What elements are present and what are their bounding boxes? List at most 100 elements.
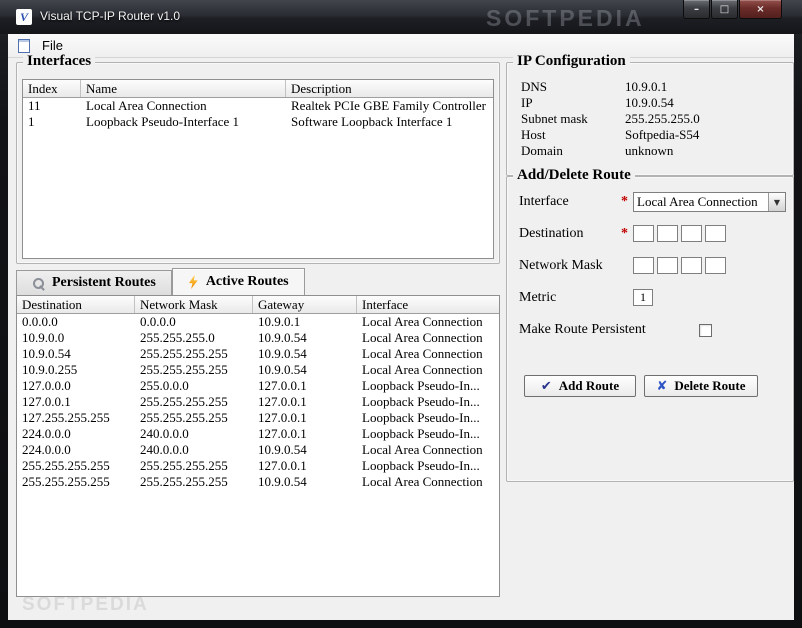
destination-octet-4[interactable] (705, 225, 726, 242)
interfaces-group: Interfaces Index Name Description 11 Loc… (16, 53, 500, 264)
minimize-button[interactable]: – (683, 0, 710, 19)
ip-config-row: Host Softpedia-S54 (521, 127, 785, 143)
table-cell: 127.0.0.1 (258, 410, 307, 425)
column-header-gateway[interactable]: Gateway (253, 296, 357, 313)
table-cell: Loopback Pseudo-In... (362, 458, 480, 473)
table-cell: 0.0.0.0 (140, 314, 176, 329)
network-mask-octet-3[interactable] (681, 257, 702, 274)
window-controls: – □ × (682, 0, 782, 19)
ip-config-row: IP 10.9.0.54 (521, 95, 785, 111)
network-mask-octet-1[interactable] (633, 257, 654, 274)
table-cell: Local Area Connection (362, 474, 483, 489)
column-header-network-mask[interactable]: Network Mask (135, 296, 253, 313)
app-icon: V (16, 9, 32, 25)
softpedia-watermark: SOFTPEDIA (22, 594, 149, 615)
delete-route-label: Delete Route (674, 378, 746, 393)
ip-configuration-group: IP Configuration DNS 10.9.0.1 IP 10.9.0.… (506, 53, 794, 176)
route-row[interactable]: 127.0.0.0 255.0.0.0 127.0.0.1 Loopback P… (17, 378, 499, 394)
interfaces-table-header: Index Name Description (23, 80, 493, 98)
table-cell: 255.0.0.0 (140, 378, 189, 393)
tab-persistent-routes[interactable]: Persistent Routes (16, 270, 172, 295)
delete-route-button[interactable]: ✘ Delete Route (644, 375, 758, 397)
route-row[interactable]: 0.0.0.0 0.0.0.0 10.9.0.1 Local Area Conn… (17, 314, 499, 330)
table-cell: Software Loopback Interface 1 (291, 114, 453, 129)
tab-active-routes[interactable]: Active Routes (171, 268, 305, 295)
ip-field-label: Subnet mask (521, 111, 588, 126)
route-row[interactable]: 10.9.0.0 255.255.255.0 10.9.0.54 Local A… (17, 330, 499, 346)
destination-octet-2[interactable] (657, 225, 678, 242)
make-route-persistent-label: Make Route Persistent (519, 322, 646, 337)
ip-field-value: unknown (625, 143, 674, 158)
destination-octet-3[interactable] (681, 225, 702, 242)
interface-row[interactable]: 11 Local Area Connection Realtek PCIe GB… (23, 98, 493, 114)
column-header-interface[interactable]: Interface (357, 296, 499, 313)
network-mask-octet-4[interactable] (705, 257, 726, 274)
column-header-description[interactable]: Description (286, 80, 493, 97)
table-cell: 10.9.0.54 (258, 474, 307, 489)
column-header-destination[interactable]: Destination (17, 296, 135, 313)
document-icon (18, 38, 30, 53)
interface-row[interactable]: 1 Loopback Pseudo-Interface 1 Software L… (23, 114, 493, 130)
table-cell: 0.0.0.0 (22, 314, 58, 329)
route-row[interactable]: 224.0.0.0 240.0.0.0 127.0.0.1 Loopback P… (17, 426, 499, 442)
table-cell: 127.0.0.0 (22, 378, 71, 393)
table-cell: 127.0.0.1 (258, 394, 307, 409)
interface-select[interactable]: Local Area Connection ▼ (633, 192, 786, 212)
ip-config-row: DNS 10.9.0.1 (521, 79, 785, 95)
destination-label: Destination (519, 226, 584, 241)
ip-field-label: IP (521, 95, 533, 110)
table-cell: 127.0.0.1 (258, 458, 307, 473)
destination-octets (633, 225, 726, 242)
route-row[interactable]: 10.9.0.255 255.255.255.255 10.9.0.54 Loc… (17, 362, 499, 378)
lightning-icon (188, 275, 198, 289)
table-cell: 10.9.0.1 (258, 314, 301, 329)
table-cell: 255.255.255.255 (22, 458, 110, 473)
route-row[interactable]: 127.255.255.255 255.255.255.255 127.0.0.… (17, 410, 499, 426)
table-cell: Loopback Pseudo-In... (362, 410, 480, 425)
route-row[interactable]: 127.0.0.1 255.255.255.255 127.0.0.1 Loop… (17, 394, 499, 410)
table-cell: 10.9.0.255 (22, 362, 78, 377)
ip-field-value: Softpedia-S54 (625, 127, 700, 142)
table-cell: 127.0.0.1 (22, 394, 71, 409)
persistent-checkbox[interactable] (699, 324, 712, 337)
interfaces-table: Index Name Description 11 Local Area Con… (22, 79, 494, 259)
metric-label: Metric (519, 290, 557, 305)
check-icon: ✔ (540, 378, 552, 394)
route-row[interactable]: 10.9.0.54 255.255.255.255 10.9.0.54 Loca… (17, 346, 499, 362)
network-mask-octet-2[interactable] (657, 257, 678, 274)
tab-label: Persistent Routes (52, 275, 156, 290)
ip-field-label: Domain (521, 143, 563, 158)
maximize-button[interactable]: □ (711, 0, 738, 19)
table-cell: 10.9.0.0 (22, 330, 65, 345)
ip-config-row: Domain unknown (521, 143, 785, 159)
table-cell: 10.9.0.54 (258, 346, 307, 361)
routes-table: Destination Network Mask Gateway Interfa… (16, 295, 500, 597)
column-header-index[interactable]: Index (23, 80, 81, 97)
interface-select-value: Local Area Connection (637, 194, 758, 209)
add-delete-route-title: Add/Delete Route (513, 167, 635, 184)
table-cell: Local Area Connection (362, 330, 483, 345)
table-cell: 255.255.255.255 (140, 458, 228, 473)
ip-configuration-title: IP Configuration (513, 53, 630, 70)
table-cell: 224.0.0.0 (22, 442, 71, 457)
destination-octet-1[interactable] (633, 225, 654, 242)
table-cell: Local Area Connection (362, 442, 483, 457)
metric-input[interactable] (633, 289, 653, 306)
close-button[interactable]: × (739, 0, 782, 19)
table-cell: Loopback Pseudo-In... (362, 426, 480, 441)
add-route-button[interactable]: ✔ Add Route (524, 375, 636, 397)
table-cell: 127.255.255.255 (22, 410, 110, 425)
routes-table-header: Destination Network Mask Gateway Interfa… (17, 296, 499, 314)
table-cell: 224.0.0.0 (22, 426, 71, 441)
chevron-down-icon[interactable]: ▼ (768, 193, 785, 211)
route-row[interactable]: 255.255.255.255 255.255.255.255 127.0.0.… (17, 458, 499, 474)
required-marker: * (621, 226, 628, 241)
table-cell: Loopback Pseudo-In... (362, 394, 480, 409)
route-row[interactable]: 224.0.0.0 240.0.0.0 10.9.0.54 Local Area… (17, 442, 499, 458)
tab-label: Active Routes (205, 274, 289, 289)
table-cell: Loopback Pseudo-In... (362, 378, 480, 393)
table-cell: Realtek PCIe GBE Family Controller (291, 98, 486, 113)
column-header-name[interactable]: Name (81, 80, 286, 97)
route-row[interactable]: 255.255.255.255 255.255.255.255 10.9.0.5… (17, 474, 499, 490)
table-cell: 127.0.0.1 (258, 426, 307, 441)
